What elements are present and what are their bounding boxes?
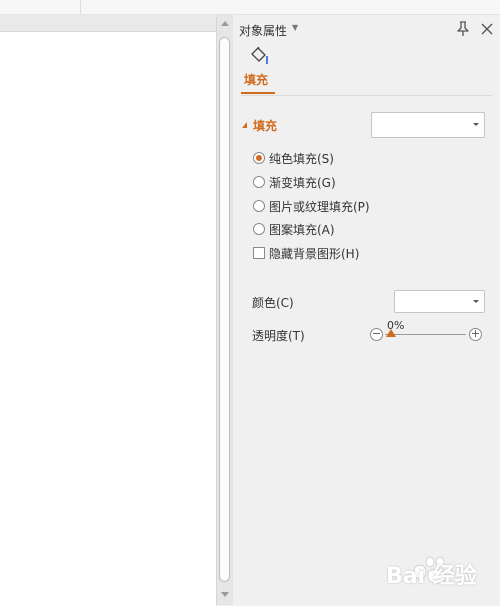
hide-background-checkbox[interactable]: 隐藏背景图形(H) — [253, 244, 359, 262]
color-dropdown[interactable] — [394, 290, 485, 313]
radio-label: 纯色填充(S) — [269, 151, 334, 166]
top-toolbar-strip — [0, 0, 500, 15]
transparency-increase-button[interactable]: + — [469, 328, 482, 341]
radio-gradient-fill[interactable]: 渐变填充(G) — [253, 173, 336, 191]
object-properties-pane: 对象属性 ▼ 填充 填充 纯色填充(S) 渐变填充(G) 图片或纹理填充(P) … — [233, 15, 500, 605]
fill-color-dropdown[interactable] — [371, 112, 485, 138]
chevron-down-icon[interactable]: ▼ — [292, 23, 298, 32]
paint-bucket-icon[interactable] — [249, 46, 271, 66]
close-icon[interactable] — [479, 20, 495, 38]
chevron-down-icon — [473, 123, 479, 126]
radio-button[interactable] — [253, 152, 265, 164]
transparency-slider-track[interactable] — [385, 334, 466, 335]
transparency-decrease-button[interactable]: − — [370, 328, 383, 341]
checkbox[interactable] — [253, 247, 265, 259]
radio-label: 图案填充(A) — [269, 222, 335, 237]
radio-button[interactable] — [253, 176, 265, 188]
fill-section-title[interactable]: 填充 — [253, 117, 277, 134]
radio-label: 图片或纹理填充(P) — [269, 199, 370, 214]
tab-active-indicator — [241, 92, 275, 94]
radio-label: 渐变填充(G) — [269, 175, 336, 190]
toolbar-separator — [80, 0, 81, 14]
pane-title[interactable]: 对象属性 — [239, 22, 287, 39]
radio-solid-fill[interactable]: 纯色填充(S) — [253, 149, 334, 167]
vertical-scrollbar[interactable] — [216, 15, 233, 605]
scroll-down-arrow-icon[interactable] — [221, 592, 229, 597]
scrollbar-thumb[interactable] — [219, 37, 230, 582]
section-collapse-icon[interactable] — [242, 122, 247, 128]
scroll-up-arrow-icon[interactable] — [221, 21, 229, 26]
chevron-down-icon — [473, 299, 479, 303]
tab-fill[interactable]: 填充 — [244, 71, 268, 88]
radio-button[interactable] — [253, 200, 265, 212]
document-canvas-area — [0, 15, 216, 606]
color-label: 颜色(C) — [252, 296, 294, 310]
radio-button[interactable] — [253, 223, 265, 235]
pin-icon[interactable] — [455, 20, 471, 38]
radio-picture-texture-fill[interactable]: 图片或纹理填充(P) — [253, 197, 370, 215]
checkbox-label: 隐藏背景图形(H) — [269, 246, 360, 261]
radio-pattern-fill[interactable]: 图案填充(A) — [253, 220, 335, 238]
transparency-value: 0% — [387, 319, 405, 332]
transparency-label: 透明度(T) — [252, 329, 305, 343]
watermark-text: Bai 经验 — [386, 564, 477, 589]
tab-divider — [241, 95, 492, 96]
document-page[interactable] — [0, 31, 216, 606]
